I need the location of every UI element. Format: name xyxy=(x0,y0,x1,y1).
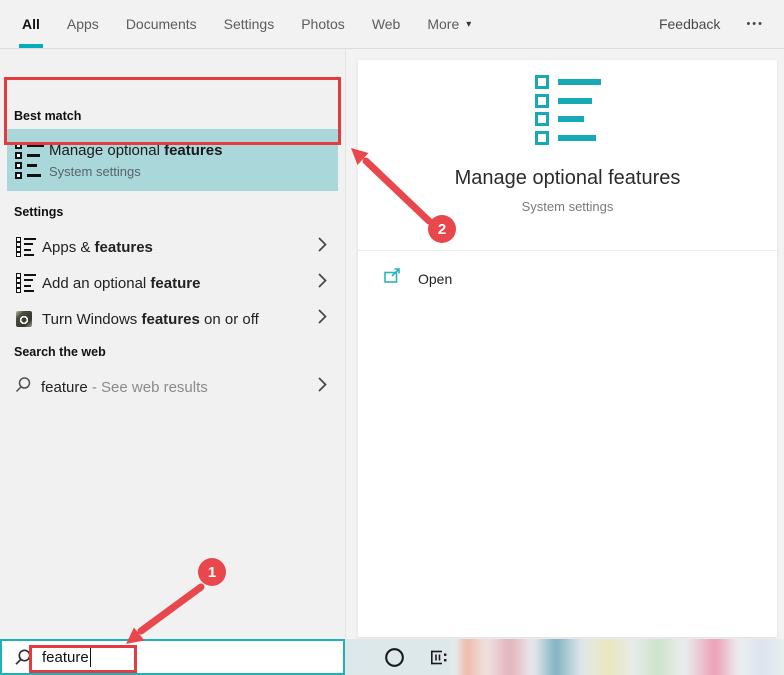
preview-title: Manage optional features xyxy=(454,167,681,189)
search-web-header: Search the web xyxy=(14,345,106,359)
tab-photos[interactable]: Photos xyxy=(301,0,345,48)
filter-tabs: All Apps Documents Settings Photos Web M… xyxy=(19,0,471,48)
tab-photos-label: Photos xyxy=(301,16,345,32)
list-icon xyxy=(16,237,36,257)
chevron-right-icon[interactable] xyxy=(318,309,327,330)
preview-subtitle: System settings xyxy=(521,199,614,214)
tab-web[interactable]: Web xyxy=(372,0,401,48)
taskbar-pinned-apps-blurred xyxy=(451,639,784,675)
chevron-right-icon[interactable] xyxy=(318,237,327,258)
result-add-optional-feature[interactable]: Add an optional feature xyxy=(0,265,345,301)
search-icon xyxy=(15,376,32,398)
search-filter-bar: All Apps Documents Settings Photos Web M… xyxy=(0,0,784,49)
divider xyxy=(358,250,777,251)
control-panel-icon xyxy=(16,311,32,327)
annotation-box-search-term xyxy=(29,645,137,673)
result-turn-windows-features[interactable]: Turn Windows features on or off xyxy=(0,301,345,337)
tab-apps[interactable]: Apps xyxy=(67,0,99,48)
result-web-search[interactable]: feature - See web results xyxy=(0,369,345,405)
tab-documents-label: Documents xyxy=(125,16,197,32)
chevron-right-icon[interactable] xyxy=(318,273,327,294)
open-action[interactable]: Open xyxy=(384,268,777,289)
topbar-right: Feedback ••• xyxy=(659,16,764,32)
preview-panel: Manage optional features System settings… xyxy=(345,49,784,639)
list-icon xyxy=(16,273,36,293)
chevron-down-icon: ▾ xyxy=(466,18,472,30)
best-match-subtitle: System settings xyxy=(49,163,141,179)
tab-all[interactable]: All xyxy=(19,0,43,48)
taskbar xyxy=(345,639,784,675)
tab-web-label: Web xyxy=(371,16,401,32)
tab-settings[interactable]: Settings xyxy=(224,0,275,48)
tab-documents[interactable]: Documents xyxy=(126,0,197,48)
chevron-right-icon[interactable] xyxy=(318,377,327,398)
windows-search-flyout: All Apps Documents Settings Photos Web M… xyxy=(0,0,784,675)
annotation-step-1-badge: 1 xyxy=(198,558,226,586)
tab-more-label: More xyxy=(427,16,460,32)
settings-header: Settings xyxy=(14,205,64,219)
more-options-icon[interactable]: ••• xyxy=(746,18,764,30)
tab-settings-label: Settings xyxy=(223,16,275,32)
cortana-icon[interactable] xyxy=(383,639,405,675)
result-label: Add an optional feature xyxy=(42,274,201,292)
manage-optional-features-icon xyxy=(534,75,601,145)
tab-all-label: All xyxy=(22,16,40,32)
tab-apps-label: Apps xyxy=(66,16,99,32)
tab-more[interactable]: More ▾ xyxy=(427,0,471,48)
list-icon xyxy=(15,141,44,179)
result-label: feature - See web results xyxy=(41,378,208,396)
feedback-button[interactable]: Feedback xyxy=(659,16,720,32)
preview-card: Manage optional features System settings… xyxy=(358,60,777,637)
result-label: Turn Windows features on or off xyxy=(42,310,259,328)
annotation-step-2-badge: 2 xyxy=(428,215,456,243)
open-label: Open xyxy=(418,270,453,287)
active-tab-underline xyxy=(19,44,43,48)
result-apps-and-features[interactable]: Apps & features xyxy=(0,229,345,265)
open-external-icon xyxy=(384,268,402,289)
best-match-texts: Manage optional features System settings xyxy=(49,142,222,179)
result-label: Apps & features xyxy=(42,238,153,256)
annotation-box-best-match xyxy=(4,77,341,145)
task-view-icon[interactable] xyxy=(428,639,450,675)
